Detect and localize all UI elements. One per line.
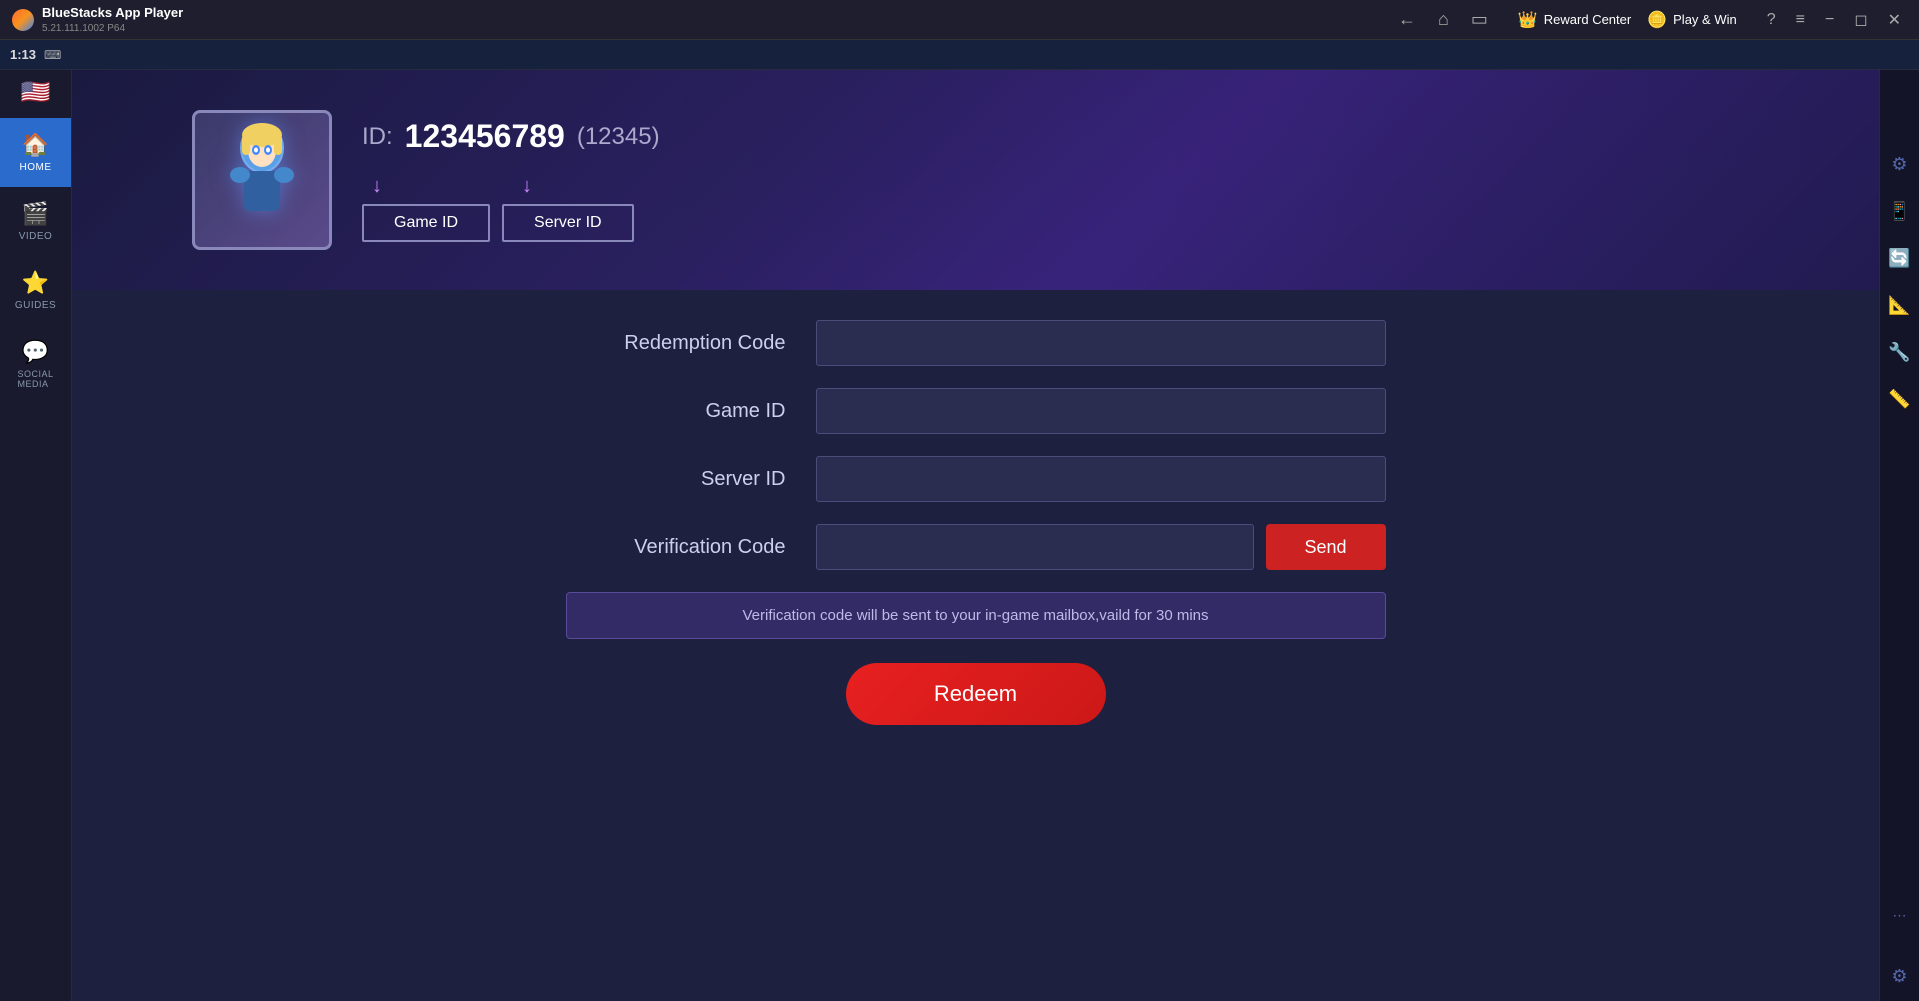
close-button[interactable]: ✕ [1882, 8, 1907, 32]
social-icon: 💬 [22, 339, 49, 365]
restore-button[interactable]: ◻ [1848, 8, 1873, 32]
keyboard-icon: ⌨ [44, 48, 61, 62]
redeem-button[interactable]: Redeem [846, 663, 1106, 725]
window-controls: ? ≡ − ◻ ✕ [1761, 8, 1907, 32]
sidebar-item-guides[interactable]: ⭐ GUIDES [0, 256, 71, 325]
hero-section: ID: 123456789 (12345) ↓ ↓ Game ID Server… [72, 70, 1879, 290]
home-nav-button[interactable]: ⌂ [1432, 7, 1455, 32]
crown-icon: 👑 [1518, 10, 1538, 30]
right-panel: ⚙ 📱 🔄 📐 🔧 📏 ⋯ ⚙ [1879, 70, 1919, 1001]
game-id-row: Game ID [566, 388, 1386, 434]
guides-icon: ⭐ [22, 270, 49, 296]
sidebar-item-home[interactable]: 🏠 HOME [0, 118, 71, 187]
home-label: HOME [20, 162, 52, 173]
back-button[interactable]: ← [1392, 7, 1422, 32]
app-version: 5.21.111.1002 P64 [42, 23, 125, 34]
game-id-label: Game ID [566, 400, 786, 423]
sidebar: 🇺🇸 🏠 HOME 🎬 VIDEO ⭐ GUIDES 💬 SOCIALMEDIA [0, 70, 72, 1001]
server-id-row: Server ID [566, 456, 1386, 502]
server-id-label: Server ID [566, 468, 786, 491]
redemption-code-label: Redemption Code [566, 332, 786, 355]
game-id-input[interactable] [816, 388, 1386, 434]
nav-controls: ← ⌂ ▭ [1392, 7, 1494, 32]
address-bar: 1:13 ⌨ [0, 40, 1919, 70]
server-id-input[interactable] [816, 456, 1386, 502]
verification-code-row: Verification Code Send [566, 524, 1386, 570]
reward-center-button[interactable]: 👑 Reward Center [1518, 10, 1631, 30]
language-flag[interactable]: 🇺🇸 [18, 74, 54, 110]
right-icon-5[interactable]: 🔧 [1884, 338, 1914, 367]
tabs-button[interactable]: ▭ [1465, 7, 1494, 32]
home-icon: 🏠 [22, 132, 49, 158]
play-win-label: Play & Win [1673, 12, 1737, 27]
video-icon: 🎬 [22, 201, 49, 227]
right-icon-6[interactable]: 📏 [1884, 385, 1914, 414]
time-display: 1:13 [10, 47, 36, 62]
play-win-button[interactable]: 🪙 Play & Win [1647, 10, 1737, 30]
sidebar-item-video[interactable]: 🎬 VIDEO [0, 187, 71, 256]
coin-icon: 🪙 [1647, 10, 1667, 30]
title-bar: BlueStacks App Player 5.21.111.1002 P64 … [0, 0, 1919, 40]
social-label: SOCIALMEDIA [17, 369, 53, 389]
sidebar-item-social-media[interactable]: 💬 SOCIALMEDIA [0, 325, 71, 403]
verification-code-input[interactable] [816, 524, 1254, 570]
minimize-button[interactable]: − [1819, 8, 1840, 32]
video-label: VIDEO [19, 231, 53, 242]
right-icon-3[interactable]: 🔄 [1884, 244, 1914, 273]
redemption-code-input[interactable] [816, 320, 1386, 366]
redemption-code-row: Redemption Code [566, 320, 1386, 366]
reward-center-label: Reward Center [1544, 12, 1631, 27]
right-icon-2[interactable]: 📱 [1884, 197, 1914, 226]
main-layout: 🇺🇸 🏠 HOME 🎬 VIDEO ⭐ GUIDES 💬 SOCIALMEDIA [0, 70, 1919, 1001]
form-section: Redemption Code Game ID Server ID Verifi… [72, 290, 1879, 1001]
guides-label: GUIDES [15, 300, 56, 311]
help-button[interactable]: ? [1761, 8, 1782, 32]
character-avatar [192, 110, 332, 250]
bluestacks-logo [12, 9, 34, 31]
right-more-icon[interactable]: ⋯ [1893, 907, 1907, 924]
menu-button[interactable]: ≡ [1790, 8, 1811, 32]
right-icon-4[interactable]: 📐 [1884, 291, 1914, 320]
send-button[interactable]: Send [1266, 524, 1386, 570]
right-icon-settings[interactable]: ⚙ [1887, 962, 1911, 991]
info-text: Verification code will be sent to your i… [742, 607, 1208, 624]
verification-code-label: Verification Code [566, 536, 786, 559]
title-right: 👑 Reward Center 🪙 Play & Win ? ≡ − ◻ ✕ [1518, 8, 1907, 32]
content-area: ID: 123456789 (12345) ↓ ↓ Game ID Server… [72, 70, 1879, 1001]
info-box: Verification code will be sent to your i… [566, 592, 1386, 639]
app-name: BlueStacks App Player [42, 5, 183, 20]
character-image [212, 113, 312, 247]
right-icon-1[interactable]: ⚙ [1887, 150, 1911, 179]
verification-input-group: Send [816, 524, 1386, 570]
hero-bg [72, 70, 1879, 290]
